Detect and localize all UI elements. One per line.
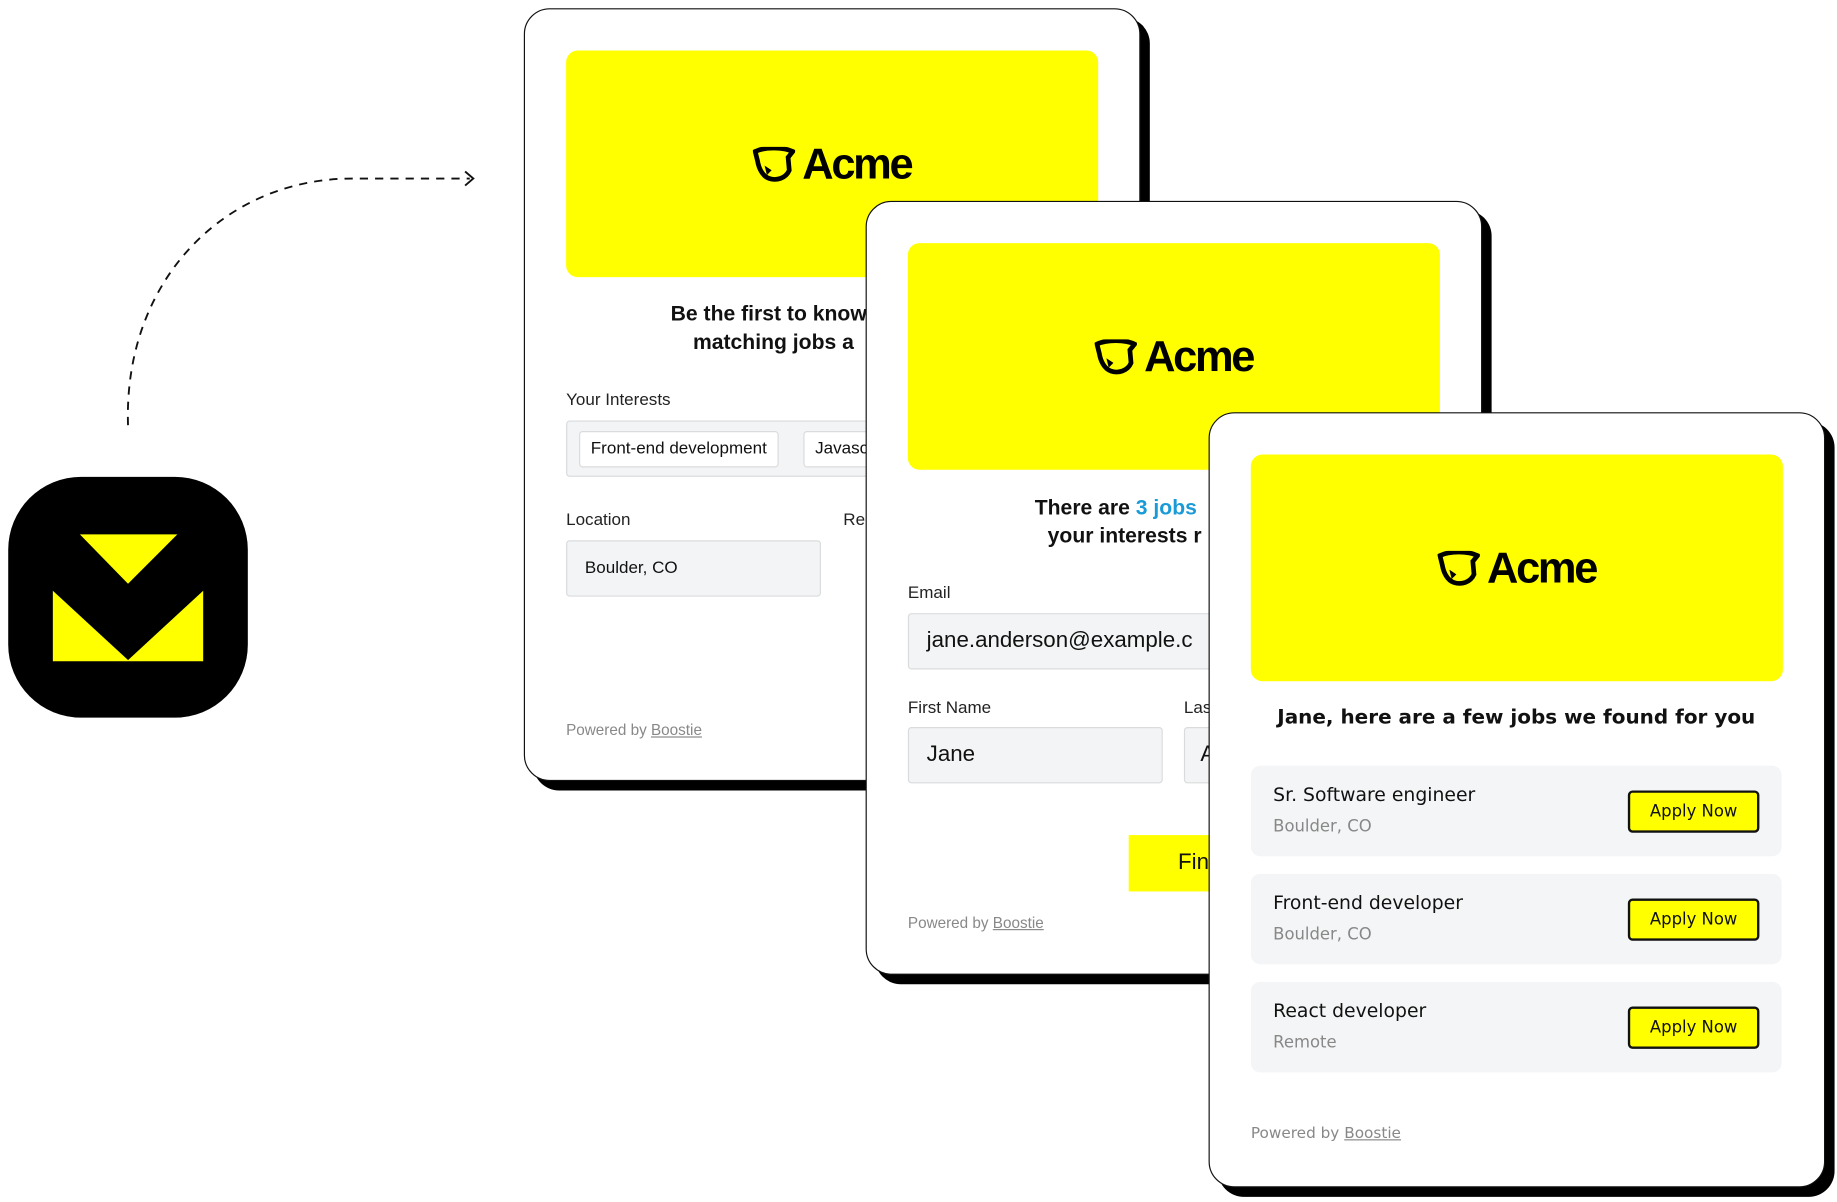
job-title: Sr. Software engineer [1273,783,1476,806]
remote-label: Re [843,510,866,530]
powered-by: Powered by Boostie [907,913,1044,932]
interest-tag[interactable]: Front-end development [579,431,779,468]
location-label: Location [566,510,631,530]
bull-head-icon [1437,550,1480,586]
last-name-label: Las [1183,698,1212,718]
dashed-arrow-icon [127,170,475,426]
job-item: React developer Remote Apply Now [1250,981,1782,1073]
powered-by: Powered by Boostie [566,721,702,739]
acme-logo: Acme [752,139,914,188]
job-item: Sr. Software engineer Boulder, CO Apply … [1250,765,1782,857]
acme-logo: Acme [1094,332,1255,381]
location-input[interactable]: Boulder, CO [566,540,821,597]
first-name-input[interactable]: Jane [907,727,1163,784]
heading-line-1: There are 3 jobs [1034,495,1197,520]
boostie-app-icon [8,476,248,718]
heading-line-2: your interests r [1047,523,1202,548]
interests-label: Your Interests [566,391,671,410]
job-location: Boulder, CO [1273,817,1372,837]
brand-banner: Acme [1250,454,1783,682]
results-heading: Jane, here are a few jobs we found for y… [1277,705,1756,730]
bull-head-icon [1094,338,1138,374]
job-results-card: Acme Jane, here are a few jobs we found … [1208,412,1826,1188]
acme-logo: Acme [1437,543,1598,592]
apply-now-button[interactable]: Apply Now [1627,790,1760,833]
apply-now-button[interactable]: Apply Now [1627,1006,1760,1049]
boostie-link[interactable]: Boostie [993,914,1044,932]
job-location: Remote [1273,1033,1337,1053]
apply-now-button[interactable]: Apply Now [1627,898,1760,941]
heading-line-1: Be the first to know [670,301,867,326]
boostie-link[interactable]: Boostie [651,721,702,739]
first-name-label: First Name [907,698,992,718]
job-title: Front-end developer [1273,891,1463,914]
heading-line-2: matching jobs a [692,330,854,354]
boostie-logo-icon [52,534,204,662]
job-title: React developer [1273,999,1427,1022]
email-label: Email [907,583,951,603]
powered-by: Powered by Boostie [1250,1125,1401,1143]
job-item: Front-end developer Boulder, CO Apply No… [1250,873,1782,965]
job-location: Boulder, CO [1273,925,1372,945]
boostie-link[interactable]: Boostie [1344,1125,1401,1143]
jobs-count-highlight: 3 jobs [1135,495,1197,520]
bull-head-icon [752,146,796,182]
